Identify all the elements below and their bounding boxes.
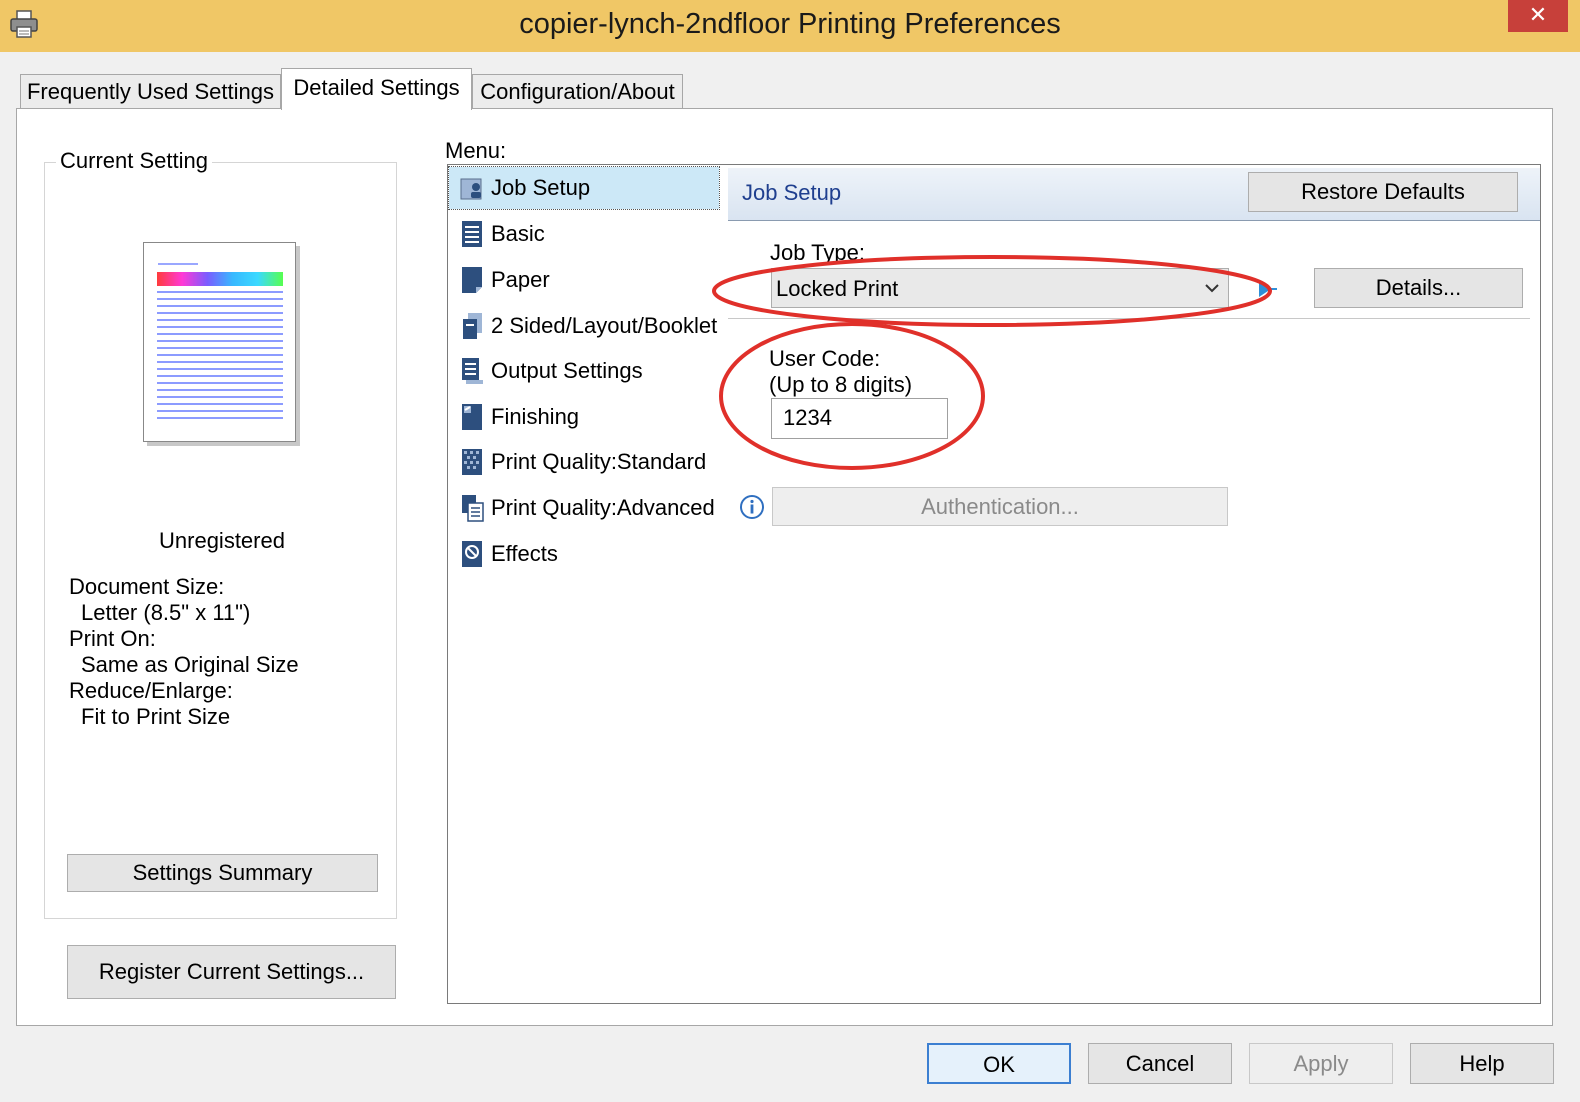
user-code-label: User Code:	[769, 346, 881, 371]
ok-button[interactable]: OK	[927, 1043, 1071, 1084]
settings-summary-button[interactable]: Settings Summary	[67, 854, 378, 892]
reduce-enlarge-label: Reduce/Enlarge:	[69, 678, 233, 703]
menu-item-label: Basic	[491, 221, 545, 246]
registration-status: Unregistered	[159, 528, 285, 553]
basic-icon	[460, 219, 484, 249]
menu-item-finishing[interactable]: Finishing	[458, 396, 720, 438]
separator	[728, 318, 1530, 319]
print-on-value: Same as Original Size	[81, 652, 299, 677]
tab-detailed-settings[interactable]: Detailed Settings	[281, 68, 472, 110]
help-button[interactable]: Help	[1410, 1043, 1554, 1084]
tab-configuration-about[interactable]: Configuration/About	[472, 74, 683, 109]
arrow-indicator-icon	[1257, 278, 1279, 305]
page-preview	[143, 242, 296, 442]
menu-item-label: Print Quality:Advanced	[491, 495, 715, 520]
menu-item-label: Effects	[491, 541, 558, 566]
apply-button[interactable]: Apply	[1249, 1043, 1393, 1084]
quality-standard-icon	[460, 447, 484, 477]
job-type-label: Job Type:	[770, 240, 865, 265]
paper-icon	[460, 265, 484, 295]
menu-item-basic[interactable]: Basic	[458, 213, 720, 255]
menu-item-2-sided-layout-booklet[interactable]: 2 Sided/Layout/Booklet	[458, 305, 720, 347]
quality-advanced-icon	[460, 493, 484, 523]
register-current-settings-button[interactable]: Register Current Settings...	[67, 945, 396, 999]
menu-item-label: 2 Sided/Layout/Booklet	[491, 313, 718, 338]
menu-item-print-quality-advanced[interactable]: Print Quality:Advanced	[458, 487, 720, 529]
authentication-button[interactable]: Authentication...	[772, 487, 1228, 526]
reduce-enlarge-value: Fit to Print Size	[81, 704, 231, 729]
layout-icon	[460, 311, 484, 341]
document-size-value: Letter (8.5" x 11")	[81, 600, 251, 625]
menu-item-paper[interactable]: Paper	[458, 259, 720, 301]
cancel-button[interactable]: Cancel	[1088, 1043, 1232, 1084]
menu-item-label: Paper	[491, 267, 550, 292]
details-button[interactable]: Details...	[1314, 268, 1523, 308]
close-button[interactable]: ✕	[1508, 0, 1568, 32]
menu-item-effects[interactable]: Effects	[458, 533, 720, 575]
menu-item-output-settings[interactable]: Output Settings	[458, 350, 720, 392]
user-code-hint: (Up to 8 digits)	[769, 372, 913, 397]
info-icon	[739, 494, 765, 525]
menu-item-job-setup[interactable]: Job Setup	[448, 166, 720, 210]
panel-title: Job Setup	[742, 180, 842, 205]
chevron-down-icon	[1202, 269, 1222, 322]
menu-label: Menu:	[445, 138, 507, 163]
effects-icon	[460, 539, 484, 569]
menu-item-label: Job Setup	[491, 175, 591, 200]
tab-frequently-used-settings[interactable]: Frequently Used Settings	[20, 74, 281, 109]
close-icon: ✕	[1528, 2, 1548, 27]
current-setting-title: Current Setting	[56, 148, 212, 174]
document-size-label: Document Size:	[69, 574, 225, 599]
finishing-icon	[460, 402, 484, 432]
job-setup-icon	[460, 173, 484, 203]
job-type-value: Locked Print	[776, 276, 899, 301]
output-icon	[460, 356, 484, 386]
menu-item-label: Print Quality:Standard	[491, 449, 707, 474]
user-code-input[interactable]: 1234	[771, 398, 948, 439]
menu-item-label: Output Settings	[491, 358, 643, 383]
window-title: copier-lynch-2ndfloor Printing Preferenc…	[519, 8, 1061, 40]
restore-defaults-button[interactable]: Restore Defaults	[1248, 172, 1518, 212]
menu-item-print-quality-standard[interactable]: Print Quality:Standard	[458, 441, 720, 483]
menu-item-label: Finishing	[491, 404, 580, 429]
print-on-label: Print On:	[69, 626, 156, 651]
job-type-select[interactable]: Locked Print	[771, 268, 1229, 308]
